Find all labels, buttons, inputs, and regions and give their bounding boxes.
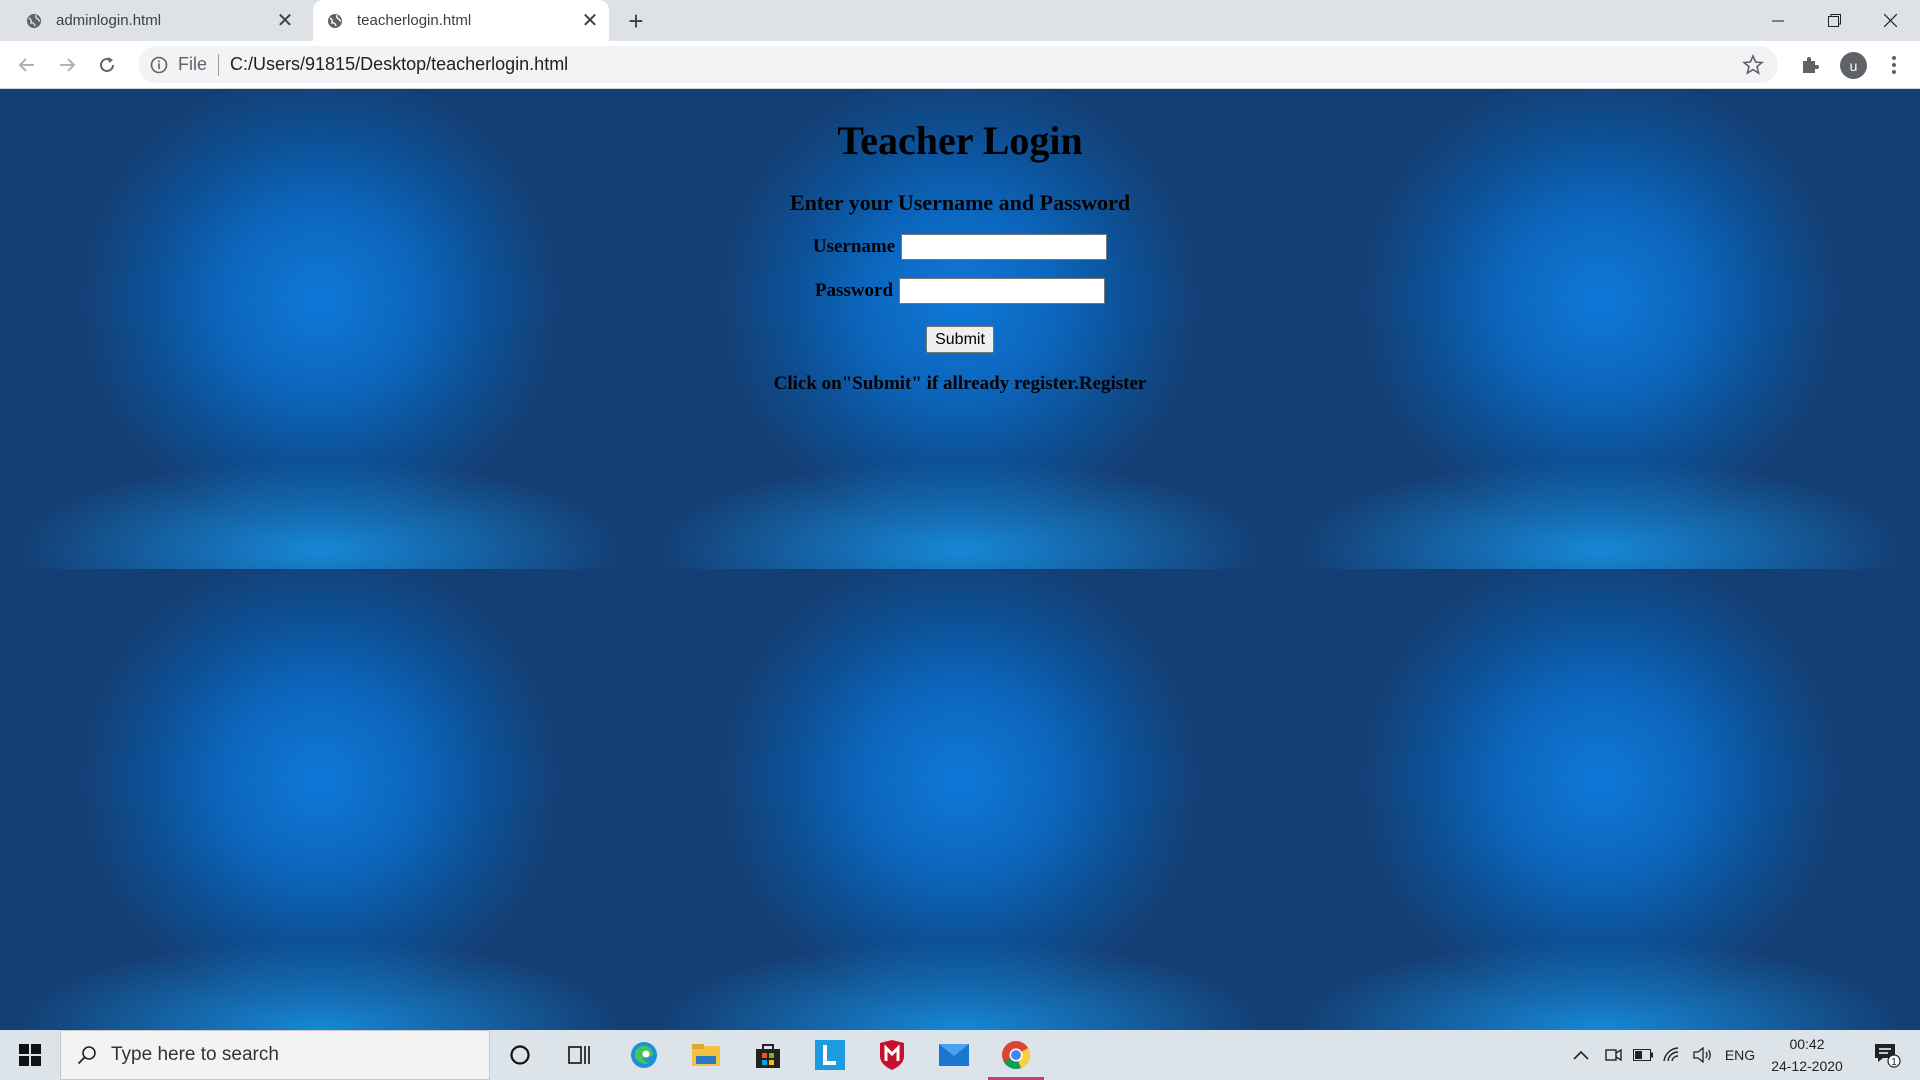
close-icon xyxy=(1883,14,1897,27)
action-center-button[interactable]: 1 xyxy=(1862,1030,1912,1080)
bookmark-star-icon[interactable] xyxy=(1742,54,1764,76)
mcafee-icon xyxy=(880,1040,904,1070)
password-row: Password xyxy=(0,278,1920,304)
mail-icon xyxy=(939,1044,969,1066)
form-subtitle: Enter your Username and Password xyxy=(789,190,1131,215)
globe-icon xyxy=(27,13,41,28)
language-indicator[interactable]: ENG xyxy=(1720,1030,1760,1080)
tab-title: teacherlogin.html xyxy=(357,12,472,29)
clock[interactable]: 00:42 24-12-2020 xyxy=(1762,1030,1852,1080)
url-scheme: File xyxy=(178,54,208,74)
page-title: Teacher Login xyxy=(837,118,1083,163)
register-note: Click on"Submit" if allready register.Re… xyxy=(0,373,1920,395)
address-bar[interactable]: File C:/Users/91815/Desktop/teacherlogin… xyxy=(138,46,1778,83)
wifi-icon xyxy=(1663,1047,1679,1062)
cortana-button[interactable] xyxy=(490,1030,550,1080)
clock-date: 24-12-2020 xyxy=(1771,1058,1843,1074)
close-tab-icon[interactable]: ✕ xyxy=(579,10,601,32)
password-input[interactable] xyxy=(899,278,1106,304)
page-viewport: Teacher Login Enter your Username and Pa… xyxy=(0,89,1920,1030)
forward-button[interactable] xyxy=(51,49,83,81)
reload-button[interactable] xyxy=(91,49,123,81)
profile-avatar[interactable]: u xyxy=(1840,52,1867,79)
wifi-button[interactable] xyxy=(1658,1030,1688,1080)
username-input[interactable] xyxy=(901,234,1108,260)
menu-button[interactable] xyxy=(1884,52,1904,78)
notification-icon: 1 xyxy=(1875,1044,1901,1068)
back-arrow-icon xyxy=(18,58,34,72)
search-placeholder: Type here to search xyxy=(111,1044,279,1065)
edge-icon xyxy=(631,1042,657,1068)
store-icon xyxy=(756,1044,780,1068)
app-l-button[interactable] xyxy=(800,1030,860,1080)
chevron-up-icon xyxy=(1573,1050,1589,1060)
search-icon xyxy=(77,1046,96,1065)
restore-icon xyxy=(1827,14,1841,27)
username-row: Username xyxy=(0,234,1920,260)
background-tile xyxy=(1280,569,1920,1030)
mcafee-button[interactable] xyxy=(862,1030,922,1080)
minimize-icon xyxy=(1772,20,1784,21)
background-tile xyxy=(0,569,640,1030)
reload-icon xyxy=(100,57,114,72)
task-view-button[interactable] xyxy=(550,1030,610,1080)
divider xyxy=(218,53,220,76)
background-tile xyxy=(640,569,1280,1030)
edge-button[interactable] xyxy=(614,1030,674,1080)
start-button[interactable] xyxy=(0,1030,60,1080)
meet-now-button[interactable] xyxy=(1598,1030,1628,1080)
close-tab-icon[interactable]: ✕ xyxy=(274,10,296,32)
more-vert-icon xyxy=(1892,56,1896,74)
browser-toolbar: File C:/Users/91815/Desktop/teacherlogin… xyxy=(0,41,1920,89)
cortana-icon xyxy=(510,1045,530,1065)
battery-icon xyxy=(1633,1049,1653,1061)
new-tab-button[interactable]: + xyxy=(622,6,650,36)
register-note-text: Click on"Submit" if allready register. xyxy=(773,373,1079,394)
battery-button[interactable] xyxy=(1628,1030,1658,1080)
store-button[interactable] xyxy=(738,1030,798,1080)
login-form-container: Teacher Login Enter your Username and Pa… xyxy=(0,89,1920,395)
notification-count: 1 xyxy=(1891,1057,1897,1068)
submit-button[interactable]: Submit xyxy=(926,326,994,353)
tray-overflow-button[interactable] xyxy=(1568,1030,1594,1080)
username-label: Username xyxy=(812,236,896,257)
url-text[interactable]: C:/Users/91815/Desktop/teacherlogin.html xyxy=(230,54,568,75)
app-l-icon xyxy=(815,1040,845,1070)
volume-button[interactable] xyxy=(1688,1030,1718,1080)
chrome-icon xyxy=(1002,1041,1030,1070)
restore-button[interactable] xyxy=(1806,0,1862,41)
windows-logo-icon xyxy=(19,1044,41,1066)
meet-now-icon xyxy=(1605,1048,1622,1062)
windows-taskbar: Type here to search ENG 00:42 24-12-2020… xyxy=(0,1030,1920,1080)
tab-strip: adminlogin.html ✕ teacherlogin.html ✕ + xyxy=(0,0,1920,41)
file-explorer-button[interactable] xyxy=(676,1030,736,1080)
mail-button[interactable] xyxy=(924,1030,984,1080)
close-window-button[interactable] xyxy=(1862,0,1918,41)
clock-time: 00:42 xyxy=(1789,1036,1825,1052)
register-link[interactable]: Register xyxy=(1079,373,1147,394)
info-icon[interactable] xyxy=(150,56,168,74)
extensions-puzzle-icon[interactable] xyxy=(1799,54,1821,76)
password-label: Password xyxy=(814,280,894,301)
task-view-icon xyxy=(568,1046,590,1064)
submit-row: Submit xyxy=(0,326,1920,353)
tab-teacherlogin[interactable]: teacherlogin.html ✕ xyxy=(313,0,609,41)
forward-arrow-icon xyxy=(60,58,76,72)
globe-icon xyxy=(328,13,342,28)
taskbar-search-box[interactable]: Type here to search xyxy=(60,1030,490,1080)
tab-adminlogin[interactable]: adminlogin.html ✕ xyxy=(12,0,304,41)
chrome-button[interactable] xyxy=(986,1030,1046,1080)
file-explorer-icon xyxy=(692,1044,720,1066)
back-button[interactable] xyxy=(11,49,43,81)
minimize-button[interactable] xyxy=(1750,0,1806,41)
speaker-icon xyxy=(1693,1047,1711,1063)
tab-title: adminlogin.html xyxy=(56,12,162,29)
